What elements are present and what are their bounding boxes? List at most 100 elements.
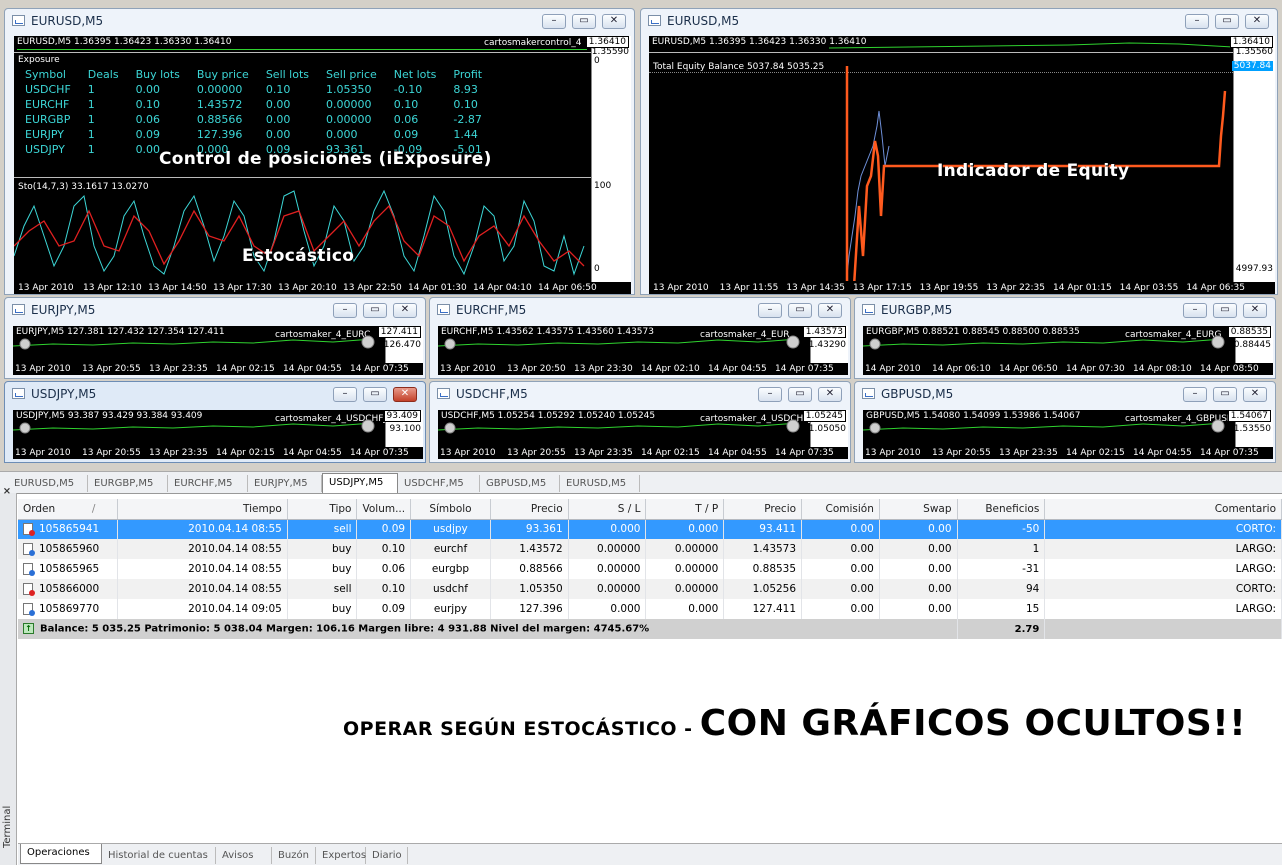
column-header[interactable]: Orden / (18, 499, 119, 520)
maximize-button[interactable]: ▭ (788, 387, 812, 402)
column-header[interactable]: Precio (490, 499, 569, 520)
chart-canvas[interactable]: EURUSD,M5 1.36395 1.36423 1.36330 1.3641… (649, 36, 1275, 294)
column-header[interactable]: Tiempo (117, 499, 288, 520)
chart-window-eurjpy[interactable]: EURJPY,M5 – ▭ ✕ EURJPY,M5 127.381 127.432 12… (4, 297, 426, 379)
terminal-tab[interactable]: Expertos (316, 847, 366, 864)
chart-window-eurgbp[interactable]: EURGBP,M5 – ▭ ✕ EURGBP,M5 0.88521 0.88545 0.… (854, 297, 1276, 379)
maximize-button[interactable]: ▭ (788, 303, 812, 318)
terminal-close-button[interactable]: × (2, 487, 366, 495)
window-title: USDJPY,M5 (31, 387, 97, 401)
exposure-cell: 8.93 (453, 83, 478, 96)
chart-canvas[interactable]: USDCHF,M5 1.05254 1.05292 1.05240 1.0524… (438, 410, 848, 459)
exposure-cell: 1 (87, 128, 95, 141)
chart-canvas[interactable]: EURCHF,M5 1.43562 1.43575 1.43560 1.4357… (438, 326, 848, 375)
column-header[interactable]: Comentario (1044, 499, 1282, 520)
terminal-tab[interactable]: Avisos (216, 847, 272, 864)
chart-canvas[interactable]: GBPUSD,M5 1.54080 1.54099 1.53986 1.5406… (863, 410, 1273, 459)
chart-canvas[interactable]: EURGBP,M5 0.88521 0.88545 0.88500 0.8853… (863, 326, 1273, 375)
close-button[interactable]: ✕ (1243, 387, 1267, 402)
price-axis: 0.88535 0.88445 (1227, 326, 1273, 363)
column-header[interactable]: S / L (568, 499, 647, 520)
minimize-button[interactable]: – (333, 303, 357, 318)
close-button[interactable]: ✕ (393, 303, 417, 318)
chart-canvas[interactable]: EURUSD,M5 1.36395 1.36423 1.36330 1.3641… (14, 36, 631, 294)
column-header[interactable]: Swap (879, 499, 958, 520)
chart-window-usdjpy[interactable]: USDJPY,M5 – ▭ ✕ USDJPY,M5 93.387 93.429 93.3… (4, 381, 426, 463)
chart-window-eurchf[interactable]: EURCHF,M5 – ▭ ✕ EURCHF,M5 1.43562 1.43575 1.… (429, 297, 851, 379)
column-header[interactable]: Tipo (287, 499, 358, 520)
exposure-cell: 1 (87, 113, 95, 126)
close-button[interactable]: ✕ (393, 387, 417, 402)
minimize-button[interactable]: – (542, 14, 566, 29)
chart-window-gbpusd[interactable]: GBPUSD,M5 – ▭ ✕ GBPUSD,M5 1.54080 1.54099 1.… (854, 381, 1276, 463)
buy-order-icon (23, 543, 35, 556)
chart-tab[interactable]: USDCHF,M5 (398, 475, 480, 492)
maximize-button[interactable]: ▭ (572, 14, 596, 29)
column-header[interactable]: Comisión (801, 499, 880, 520)
minimize-button[interactable]: – (1183, 303, 1207, 318)
chart-window-eurusd-exposure[interactable]: EURUSD,M5 – ▭ ✕ EURUSD,M5 1.36395 1.3642… (4, 8, 635, 295)
close-button[interactable]: ✕ (818, 387, 842, 402)
close-button[interactable]: ✕ (818, 303, 842, 318)
trade-cell-sym: usdchf (410, 579, 491, 599)
trade-cell-cur: 127.411 (723, 599, 803, 619)
chart-window-usdchf[interactable]: USDCHF,M5 – ▭ ✕ USDCHF,M5 1.05254 1.05292 1.… (429, 381, 851, 463)
chart-tab[interactable]: GBPUSD,M5 (480, 475, 560, 492)
chart-canvas[interactable]: EURJPY,M5 127.381 127.432 127.354 127.41… (13, 326, 423, 375)
column-header[interactable]: Volum... (356, 499, 412, 520)
trade-header-row: Orden / Tiempo Tipo Volum... Símbolo Precio S … (18, 499, 1282, 520)
column-header[interactable]: Símbolo (410, 499, 491, 520)
price-axis: 1.36410 1.35590 0 100 0 (585, 36, 631, 294)
trade-row[interactable]: 105865941 2010.04.14 08:55 sell 0.09 usdjpy 9… (18, 519, 1282, 539)
trade-row[interactable]: 105865960 2010.04.14 08:55 buy 0.10 eurchf 1.… (18, 539, 1282, 559)
exposure-col-header: Profit (453, 68, 483, 81)
window-titlebar[interactable]: USDJPY,M5 – ▭ ✕ (5, 382, 425, 407)
minimize-button[interactable]: – (758, 303, 782, 318)
trade-row[interactable]: 105866000 2010.04.14 08:55 sell 0.10 usdchf 1… (18, 579, 1282, 599)
time-label: 14 Apr 01:30 (408, 283, 467, 293)
trade-row[interactable]: 105869770 2010.04.14 09:05 buy 0.09 eurjpy 12… (18, 599, 1282, 619)
maximize-button[interactable]: ▭ (1215, 14, 1239, 29)
terminal-tab[interactable]: Diario (366, 847, 408, 864)
close-button[interactable]: ✕ (1243, 303, 1267, 318)
time-label: 13 Apr 2010 (15, 448, 71, 458)
minimize-button[interactable]: – (1183, 387, 1207, 402)
maximize-button[interactable]: ▭ (1213, 303, 1237, 318)
terminal-tab[interactable]: Operaciones (20, 844, 102, 864)
window-titlebar[interactable]: EURUSD,M5 – ▭ ✕ (5, 9, 634, 34)
chart-window-eurusd-equity[interactable]: EURUSD,M5 – ▭ ✕ EURUSD,M5 1.36395 1.3642… (640, 8, 1278, 295)
trade-cell-sym: eurchf (410, 539, 491, 559)
sell-order-icon (23, 523, 35, 537)
trade-cell-price: 1.05350 (490, 579, 569, 599)
minimize-button[interactable]: – (333, 387, 357, 402)
window-titlebar[interactable]: GBPUSD,M5 – ▭ ✕ (855, 382, 1275, 407)
chart-tab[interactable]: EURUSD,M5 (560, 475, 640, 492)
time-label: 14 Apr 07:35 (350, 448, 409, 458)
column-header[interactable]: T / P (645, 499, 725, 520)
window-titlebar[interactable]: EURJPY,M5 – ▭ ✕ (5, 298, 425, 323)
window-titlebar[interactable]: EURCHF,M5 – ▭ ✕ (430, 298, 850, 323)
close-button[interactable]: ✕ (602, 14, 626, 29)
close-button[interactable]: ✕ (1245, 14, 1269, 29)
maximize-button[interactable]: ▭ (1213, 387, 1237, 402)
trade-row[interactable]: 105865965 2010.04.14 08:55 buy 0.06 eurgbp 0.… (18, 559, 1282, 579)
terminal-tab[interactable]: Historial de cuentas (102, 847, 216, 864)
exposure-title: Exposure (18, 55, 60, 65)
column-header[interactable]: Beneficios (957, 499, 1046, 520)
window-titlebar[interactable]: EURGBP,M5 – ▭ ✕ (855, 298, 1275, 323)
maximize-button[interactable]: ▭ (363, 303, 387, 318)
time-label: 13 Apr 22:50 (343, 283, 402, 293)
trade-cell-vol: 0.09 (356, 519, 412, 539)
minimize-button[interactable]: – (1185, 14, 1209, 29)
terminal-tab[interactable]: Buzón (272, 847, 316, 864)
chart-window-icon (12, 15, 25, 26)
column-header[interactable]: Precio (723, 499, 803, 520)
window-titlebar[interactable]: EURUSD,M5 – ▭ ✕ (641, 9, 1277, 34)
maximize-button[interactable]: ▭ (363, 387, 387, 402)
chart-canvas[interactable]: USDJPY,M5 93.387 93.429 93.384 93.409 car… (13, 410, 423, 459)
window-titlebar[interactable]: USDCHF,M5 – ▭ ✕ (430, 382, 850, 407)
trade-cell-time: 2010.04.14 09:05 (117, 599, 288, 619)
minimize-button[interactable]: – (758, 387, 782, 402)
exposure-cell: -0.10 (393, 83, 423, 96)
time-axis: 13 Apr 2010 13 Apr 20:55 13 Apr 23:35 14 Ap… (13, 363, 423, 375)
